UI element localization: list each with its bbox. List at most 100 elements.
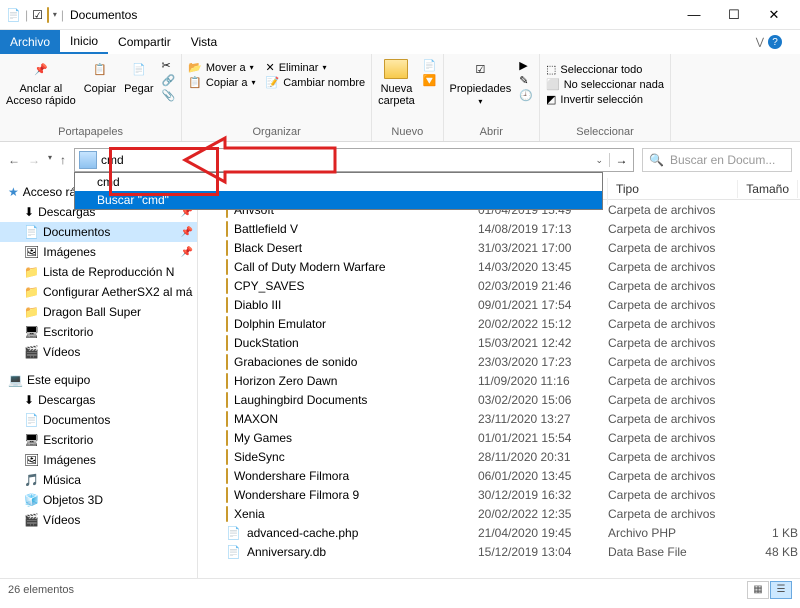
forward-button[interactable]: → — [28, 153, 40, 167]
invert-icon: ◩ — [546, 93, 556, 106]
table-row[interactable]: Grabaciones de sonido23/03/2020 17:23Car… — [198, 352, 800, 371]
sidebar-item[interactable]: ⬇Descargas — [0, 390, 197, 410]
maximize-button[interactable]: ☐ — [714, 1, 754, 29]
ribbon-group-new: Nueva carpeta 📄 🔽 Nuevo — [372, 54, 443, 141]
recent-menu[interactable]: ▾ — [48, 153, 52, 167]
up-button[interactable]: ↑ — [60, 153, 66, 167]
back-button[interactable]: ← — [8, 153, 20, 167]
paste-shortcut-button[interactable]: 📎 — [161, 89, 175, 102]
easy-access-icon: 🔽 — [423, 74, 437, 87]
sidebar-item[interactable]: 📄Documentos📌 — [0, 222, 197, 242]
easy-access-button[interactable]: 🔽 — [423, 74, 437, 87]
location-icon — [79, 151, 97, 169]
copy-path-button[interactable]: 🔗 — [161, 74, 175, 87]
select-none-button[interactable]: ⬜No seleccionar nada — [546, 78, 664, 91]
table-row[interactable]: Dolphin Emulator20/02/2022 15:12Carpeta … — [198, 314, 800, 333]
table-row[interactable]: Battlefield V14/08/2019 17:13Carpeta de … — [198, 219, 800, 238]
main-area: ★Acceso rápido ⬇Descargas📌📄Documentos📌🖼I… — [0, 178, 800, 578]
sidebar-item[interactable]: 🖼Imágenes — [0, 450, 197, 470]
rename-button[interactable]: 📝Cambiar nombre — [265, 76, 365, 89]
invert-selection-button[interactable]: ◩Invertir selección — [546, 93, 664, 106]
folder-qat-icon[interactable] — [47, 8, 49, 22]
sidebar-item[interactable]: 🎵Música — [0, 470, 197, 490]
table-row[interactable]: Laughingbird Documents03/02/2020 15:06Ca… — [198, 390, 800, 409]
cut-button[interactable]: ✂ — [161, 59, 175, 72]
pin-to-quick-button[interactable]: 📌Anclar al Acceso rápido — [6, 57, 76, 107]
column-header-size[interactable]: Tamaño — [738, 180, 798, 198]
column-header-type[interactable]: Tipo — [608, 180, 738, 198]
search-input[interactable]: 🔍 Buscar en Docum... — [642, 148, 792, 172]
view-thumbnails-button[interactable]: ▦ — [747, 581, 769, 599]
table-row[interactable]: Xenia20/02/2022 12:35Carpeta de archivos — [198, 504, 800, 523]
table-row[interactable]: Wondershare Filmora06/01/2020 13:45Carpe… — [198, 466, 800, 485]
file-list[interactable]: Nombre Fecha de modificación Tipo Tamaño… — [198, 178, 800, 578]
open-button[interactable]: ▶ — [519, 59, 533, 72]
copy-to-button[interactable]: 📋Copiar a ▾ — [188, 76, 255, 89]
item-count: 26 elementos — [8, 584, 74, 596]
table-row[interactable]: Wondershare Filmora 930/12/2019 16:32Car… — [198, 485, 800, 504]
table-row[interactable]: Call of Duty Modern Warfare14/03/2020 13… — [198, 257, 800, 276]
view-details-button[interactable]: ☰ — [770, 581, 792, 599]
nav-sidebar[interactable]: ★Acceso rápido ⬇Descargas📌📄Documentos📌🖼I… — [0, 178, 198, 578]
new-folder-button[interactable]: Nueva carpeta — [378, 57, 415, 107]
tab-share[interactable]: Compartir — [108, 30, 181, 54]
table-row[interactable]: 📄advanced-cache.php21/04/2020 19:45Archi… — [198, 523, 800, 542]
dropdown-item-search[interactable]: Buscar "cmd" — [75, 191, 602, 209]
address-dropdown-icon[interactable]: ⌄ — [589, 155, 609, 166]
properties-qat-icon[interactable]: ☑ — [32, 8, 43, 22]
tree-this-pc[interactable]: 💻Este equipo — [0, 370, 197, 390]
tab-home[interactable]: Inicio — [60, 30, 108, 54]
select-all-button[interactable]: ⬚Seleccionar todo — [546, 63, 664, 76]
edit-button[interactable]: ✎ — [519, 74, 533, 87]
close-button[interactable]: ✕ — [754, 1, 794, 29]
copy-button[interactable]: 📋Copiar — [84, 57, 116, 95]
move-to-button[interactable]: 📂Mover a ▾ — [188, 61, 255, 74]
go-button[interactable]: → — [609, 153, 633, 167]
table-row[interactable]: MAXON23/11/2020 13:27Carpeta de archivos — [198, 409, 800, 428]
sidebar-item[interactable]: 📁Lista de Reproducción N — [0, 262, 197, 282]
properties-button[interactable]: ☑Propiedades▾ — [450, 57, 512, 106]
tab-view[interactable]: Vista — [181, 30, 227, 54]
paste-button[interactable]: 📄Pegar — [124, 57, 153, 95]
qat-separator: | — [25, 8, 28, 22]
item-icon: 📄 — [24, 413, 39, 427]
tab-file[interactable]: Archivo — [0, 30, 60, 54]
sidebar-item[interactable]: 📁Dragon Ball Super — [0, 302, 197, 322]
table-row[interactable]: Black Desert31/03/2021 17:00Carpeta de a… — [198, 238, 800, 257]
path-icon: 🔗 — [161, 74, 175, 87]
sidebar-item[interactable]: 🧊Objetos 3D — [0, 490, 197, 510]
file-icon — [226, 374, 228, 388]
table-row[interactable]: Diablo III09/01/2021 17:54Carpeta de arc… — [198, 295, 800, 314]
address-input[interactable] — [101, 153, 589, 167]
table-row[interactable]: DuckStation15/03/2021 12:42Carpeta de ar… — [198, 333, 800, 352]
minimize-button[interactable]: — — [674, 1, 714, 29]
pc-icon: 💻 — [8, 373, 23, 387]
sidebar-item[interactable]: 📄Documentos — [0, 410, 197, 430]
file-icon — [226, 260, 228, 274]
address-bar[interactable]: ⌄ → cmd Buscar "cmd" — [74, 148, 634, 172]
item-icon: 🎵 — [24, 473, 39, 487]
table-row[interactable]: 📄Anniversary.db15/12/2019 13:04Data Base… — [198, 542, 800, 561]
collapse-ribbon-icon[interactable]: ⋁ — [756, 37, 764, 48]
table-row[interactable]: CPY_SAVES02/03/2019 21:46Carpeta de arch… — [198, 276, 800, 295]
file-icon — [226, 469, 228, 483]
file-icon — [226, 279, 228, 293]
item-icon: 🖼 — [24, 245, 39, 259]
table-row[interactable]: My Games01/01/2021 15:54Carpeta de archi… — [198, 428, 800, 447]
delete-icon: ✕ — [265, 61, 274, 74]
table-row[interactable]: Horizon Zero Dawn11/09/2020 11:16Carpeta… — [198, 371, 800, 390]
sidebar-item[interactable]: 🖼Imágenes📌 — [0, 242, 197, 262]
table-row[interactable]: SideSync28/11/2020 20:31Carpeta de archi… — [198, 447, 800, 466]
sidebar-item[interactable]: 🖥Escritorio — [0, 322, 197, 342]
delete-button[interactable]: ✕Eliminar ▾ — [265, 61, 365, 74]
sidebar-item[interactable]: 🎬Vídeos — [0, 510, 197, 530]
sidebar-item[interactable]: 🖥Escritorio — [0, 430, 197, 450]
qat-menu-icon[interactable]: ▾ — [53, 10, 57, 19]
new-item-button[interactable]: 📄 — [423, 59, 437, 72]
help-icon[interactable]: ? — [768, 35, 782, 49]
sidebar-item[interactable]: 🎬Vídeos — [0, 342, 197, 362]
sidebar-item[interactable]: 📁Configurar AetherSX2 al má — [0, 282, 197, 302]
file-icon — [226, 450, 228, 464]
history-button[interactable]: 🕘 — [519, 89, 533, 102]
dropdown-item-cmd[interactable]: cmd — [75, 173, 602, 191]
